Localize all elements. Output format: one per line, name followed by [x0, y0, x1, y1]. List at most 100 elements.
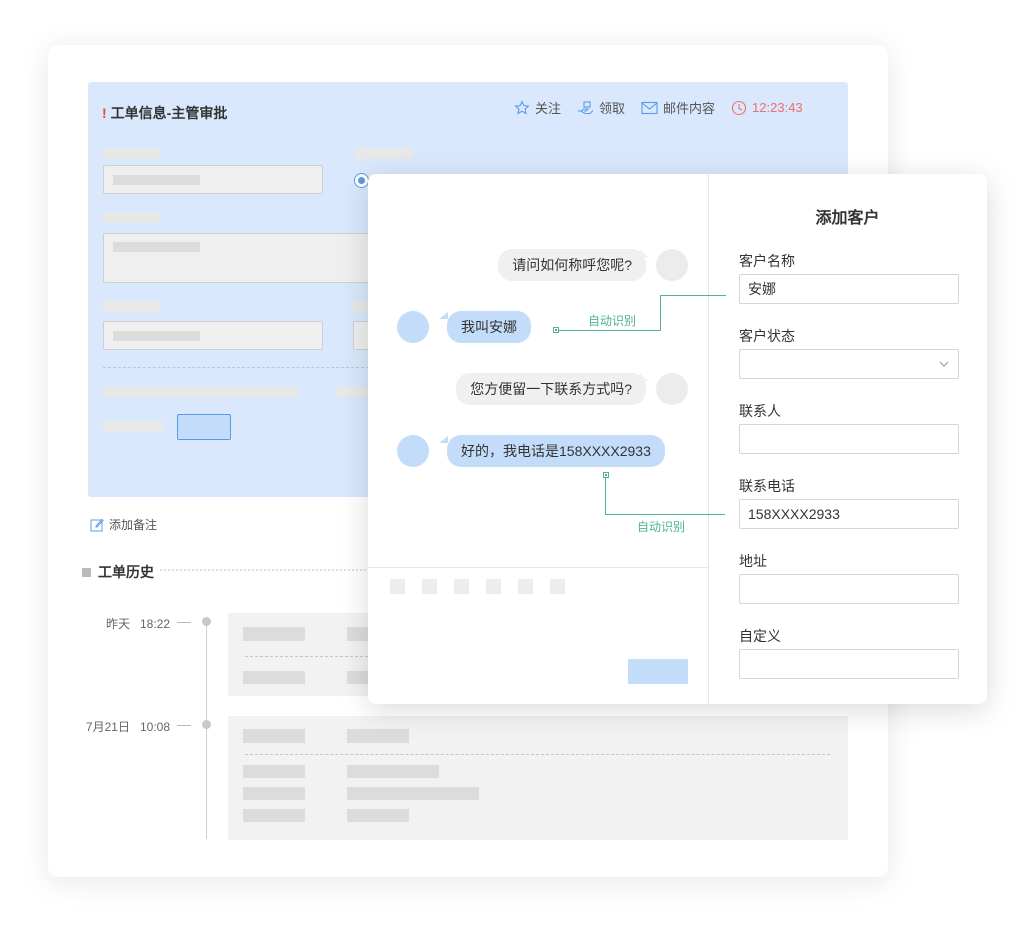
email-content-label: 邮件内容 [663, 101, 716, 116]
address-input[interactable] [739, 574, 959, 604]
chat-message-customer: 我叫安娜 [447, 311, 531, 343]
customer-status-select[interactable] [739, 349, 959, 379]
history-entry-date: 昨天 18:22 [105, 617, 170, 631]
auto-detect-label: 自动识别 [588, 314, 637, 328]
custom-field-label: 自定义 [739, 628, 781, 644]
add-remark-link[interactable]: 添加备注 [90, 516, 157, 533]
chat-tool-icon[interactable] [454, 579, 469, 594]
bubble-tail [439, 312, 448, 319]
clock-icon [731, 100, 747, 115]
text-placeholder [347, 765, 439, 778]
edit-icon [90, 518, 104, 531]
timeline-dot [202, 617, 211, 626]
phone-input[interactable] [739, 499, 959, 529]
contact-input[interactable] [739, 424, 959, 454]
customer-avatar [397, 311, 429, 343]
chat-tool-icon[interactable] [390, 579, 405, 594]
claim-button[interactable]: 领取 [577, 98, 625, 117]
customer-status-label: 客户状态 [739, 328, 795, 344]
detect-connector [660, 295, 726, 296]
star-icon [514, 99, 530, 115]
field-value-placeholder [113, 331, 200, 341]
history-entry-date: 7月21日 10:08 [85, 720, 170, 734]
radio-dot [358, 177, 365, 184]
detect-anchor [603, 472, 609, 478]
section-marker [82, 567, 91, 577]
contact-label: 联系人 [739, 403, 781, 419]
text-placeholder [347, 627, 368, 641]
text-placeholder [243, 809, 305, 822]
phone-label: 联系电话 [739, 478, 795, 494]
text-placeholder [347, 809, 409, 822]
textarea-placeholder[interactable] [103, 233, 373, 283]
timer-value: 12:23:43 [752, 100, 803, 115]
follow-label: 关注 [535, 101, 562, 116]
text-placeholder [337, 386, 369, 397]
divider [245, 754, 830, 755]
agent-avatar [656, 373, 688, 405]
timer: 12:23:43 [731, 100, 803, 116]
text-placeholder [243, 765, 305, 778]
detect-connector [605, 514, 725, 515]
text-placeholder [347, 729, 409, 743]
field-label-placeholder [103, 301, 160, 312]
history-title-text: 工单历史 [98, 564, 154, 580]
action-button-placeholder[interactable] [177, 414, 231, 440]
email-content-button[interactable]: 邮件内容 [641, 98, 715, 117]
text-placeholder [243, 787, 305, 800]
radio-button[interactable] [354, 173, 369, 188]
field-value-placeholder [113, 175, 200, 185]
field-label-placeholder [103, 212, 160, 223]
chat-message-agent: 您方便留一下联系方式吗? [456, 373, 646, 405]
divider [245, 656, 368, 657]
customer-name-input[interactable] [739, 274, 959, 304]
chat-tool-icon[interactable] [550, 579, 565, 594]
address-label: 地址 [739, 553, 767, 569]
chat-tool-icon[interactable] [518, 579, 533, 594]
timeline-line [206, 621, 207, 839]
text-placeholder [243, 627, 305, 641]
hand-receive-icon [578, 100, 594, 114]
chat-tool-icon[interactable] [422, 579, 437, 594]
claim-label: 领取 [599, 101, 626, 116]
text-placeholder [347, 671, 368, 684]
dialog-divider [708, 174, 709, 704]
bubble-tail [439, 436, 448, 443]
field-value-placeholder [113, 242, 200, 252]
chat-input-divider [368, 567, 708, 568]
field-label-placeholder [353, 301, 369, 312]
custom-field-input[interactable] [739, 649, 959, 679]
detect-connector [660, 295, 661, 331]
customer-name-label: 客户名称 [739, 253, 795, 269]
timeline-connector [177, 725, 191, 726]
history-section-title: 工单历史 [82, 562, 154, 582]
customer-avatar [397, 435, 429, 467]
text-placeholder [103, 421, 163, 432]
mail-icon [641, 101, 658, 114]
alert-mark: ! [102, 105, 107, 121]
timeline-connector [177, 622, 191, 623]
agent-avatar [656, 249, 688, 281]
chevron-down-icon [939, 361, 949, 367]
follow-button[interactable]: 关注 [514, 98, 561, 117]
form-title: 添加客户 [815, 210, 880, 227]
text-placeholder [103, 386, 298, 397]
ticket-title: ! 工单信息-主管审批 [102, 103, 227, 123]
history-entry-card [228, 716, 848, 840]
text-placeholder [243, 729, 305, 743]
chat-message-customer: 好的，我电话是158XXXX2933 [447, 435, 665, 467]
timeline-dot [202, 720, 211, 729]
text-placeholder [347, 787, 479, 800]
chat-message-agent: 请问如何称呼您呢? [498, 249, 646, 281]
ticket-title-text: 工单信息-主管审批 [110, 105, 228, 121]
auto-detect-label: 自动识别 [637, 520, 686, 534]
field-label-placeholder [103, 148, 160, 159]
add-remark-label: 添加备注 [109, 518, 158, 532]
send-button[interactable] [628, 659, 688, 684]
detect-connector [558, 330, 660, 331]
divider [103, 367, 369, 368]
text-placeholder [243, 671, 305, 684]
ticket-toolbar: 关注 领取 邮件内容 12:23:43 [514, 98, 819, 117]
field-label-placeholder [355, 148, 412, 159]
chat-tool-icon[interactable] [486, 579, 501, 594]
